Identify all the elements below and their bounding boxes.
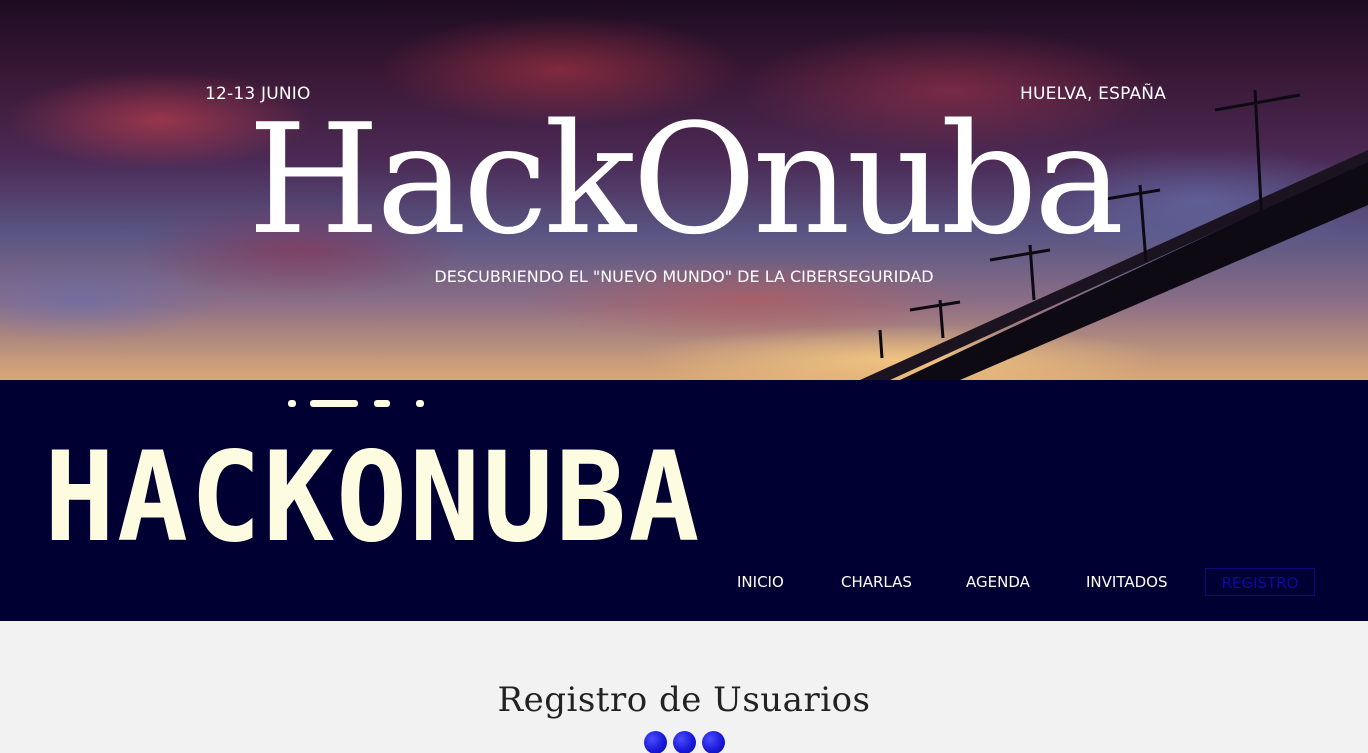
hero-subtitle: DESCUBRIENDO EL "NUEVO MUNDO" DE LA CIBE… — [434, 267, 934, 286]
loading-dot — [673, 731, 696, 753]
nav-item-charlas[interactable]: CHARLAS — [841, 568, 912, 596]
nav-item-agenda[interactable]: AGENDA — [966, 568, 1030, 596]
nav-item-registro[interactable]: REGISTRO — [1205, 568, 1315, 596]
nav-item-invitados[interactable]: INVITADOS — [1086, 568, 1167, 596]
loading-dot — [644, 731, 667, 753]
page: 12-13 JUNIO HUELVA, ESPAÑA HackOnuba DES… — [0, 0, 1368, 753]
page-title: Registro de Usuarios — [497, 680, 871, 720]
hero-title: HackOnuba — [247, 91, 1125, 268]
logo-text: HACKONUBA — [44, 424, 702, 570]
loading-indicator — [644, 731, 730, 753]
nav-item-inicio[interactable]: INICIO — [737, 568, 784, 596]
main-nav: INICIO CHARLAS AGENDA INVITADOS REGISTRO — [0, 568, 1368, 598]
site-logo[interactable]: HACKONUBA — [44, 398, 699, 578]
loading-dot — [702, 731, 725, 753]
hero-banner: 12-13 JUNIO HUELVA, ESPAÑA HackOnuba DES… — [0, 0, 1368, 380]
site-header: HACKONUBA INICIO CHARLAS AGENDA INVITADO… — [0, 380, 1368, 621]
